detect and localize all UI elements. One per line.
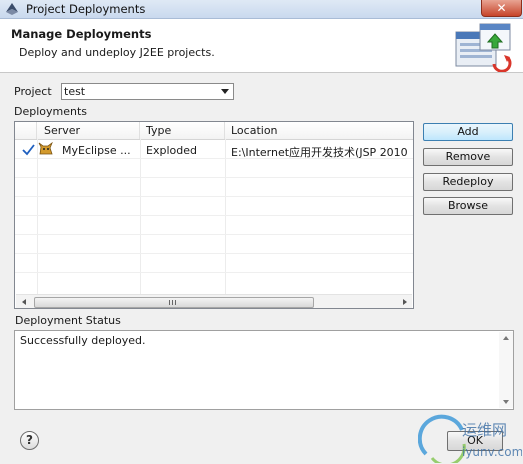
browse-button[interactable]: Browse (423, 197, 513, 215)
deployments-label: Deployments (14, 105, 88, 118)
redeploy-button[interactable]: Redeploy (423, 173, 513, 191)
project-select-value: test (64, 85, 86, 98)
check-icon (22, 144, 35, 156)
row-divider (15, 234, 413, 235)
deployment-status-box[interactable]: Successfully deployed. (14, 330, 514, 410)
scrollbar-thumb[interactable] (34, 297, 314, 308)
column-header-location[interactable]: Location (225, 122, 413, 139)
scroll-up-icon[interactable] (503, 336, 509, 340)
horizontal-scrollbar[interactable] (16, 294, 412, 308)
watermark-logo: 运维网 iyunv.com (418, 414, 522, 463)
add-button[interactable]: Add (423, 123, 513, 141)
close-button[interactable]: ✕ (481, 0, 522, 17)
dropdown-arrow-icon[interactable] (221, 89, 229, 94)
row-divider (15, 253, 413, 254)
scroll-down-icon[interactable] (503, 400, 509, 404)
table-cell-server[interactable]: MyEclipse ... (62, 144, 138, 157)
scroll-left-icon[interactable] (22, 299, 26, 305)
banner-title: Manage Deployments (11, 27, 152, 41)
table-cell-location[interactable]: E:\Internet应用开发技术(JSP 2010 (231, 144, 413, 160)
deployment-status-label: Deployment Status (15, 314, 121, 327)
row-divider (15, 196, 413, 197)
header-banner: Manage Deployments Deploy and undeploy J… (0, 19, 523, 73)
column-header-type[interactable]: Type (140, 122, 225, 139)
remove-button[interactable]: Remove (423, 148, 513, 166)
app-icon (6, 3, 18, 15)
project-select[interactable]: test (61, 83, 234, 100)
row-divider (15, 215, 413, 216)
column-header-server[interactable]: Server (37, 122, 140, 139)
deploy-banner-icon (455, 23, 512, 72)
deployments-table[interactable]: Server Type Location MyEclipse ... Explo… (14, 121, 414, 309)
banner-description: Deploy and undeploy J2EE projects. (19, 46, 215, 59)
vertical-scrollbar[interactable] (499, 332, 513, 408)
status-message: Successfully deployed. (20, 334, 146, 347)
row-divider (15, 177, 413, 178)
watermark-text-cn: 运维网 (462, 421, 507, 439)
help-icon[interactable]: ? (20, 431, 39, 450)
watermark-text-url: iyunv.com (462, 445, 522, 459)
column-divider (225, 139, 226, 294)
title-bar[interactable]: Project Deployments ✕ (0, 0, 523, 19)
column-divider (37, 139, 38, 294)
scroll-right-icon[interactable] (403, 299, 407, 305)
column-header-status[interactable] (15, 122, 37, 139)
tomcat-icon (38, 142, 53, 155)
table-cell-type[interactable]: Exploded (146, 144, 224, 157)
column-divider (140, 139, 141, 294)
row-divider (15, 272, 413, 273)
table-header: Server Type Location (15, 122, 413, 140)
window-title: Project Deployments (26, 2, 146, 16)
project-label: Project (14, 85, 52, 98)
